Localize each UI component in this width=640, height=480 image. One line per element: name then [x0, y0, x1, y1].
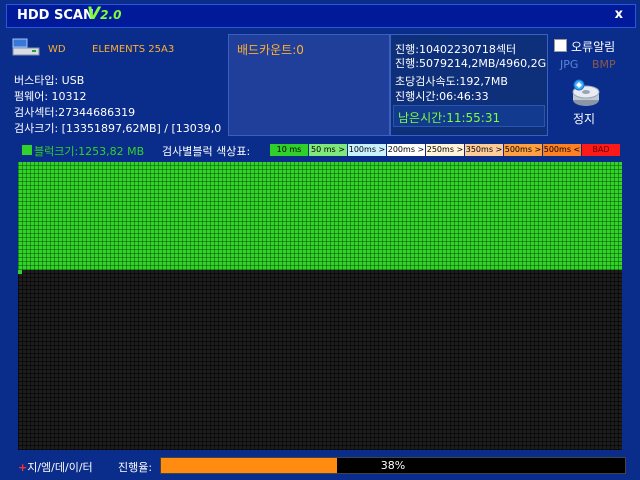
remaining-time-box: 남은시간:11:55:31 [393, 105, 545, 127]
scan-sectors: 검사섹터:27344686319 [14, 106, 136, 119]
progress-label: 진행율: [118, 461, 153, 474]
stop-icon[interactable] [570, 78, 602, 108]
block-size: 블럭크기:1253,82 MB [34, 145, 145, 158]
jpg-option[interactable]: JPG [560, 58, 578, 71]
progress-info-panel: 진행:10402230718섹터 진행:5079214,2MB/4960,2GB… [390, 34, 548, 136]
title-bar-inner: HDD SCAN V2.0 x [6, 4, 636, 28]
legend-chip: 500ms < [543, 144, 581, 156]
legend-chip: 100ms > [348, 144, 386, 156]
progress-bar: 38% [160, 457, 626, 474]
scan-speed: 초당검사속도:192,7MB [395, 75, 508, 88]
stop-button[interactable]: 정지 [573, 110, 595, 127]
error-alarm-label: 오류알림 [571, 40, 616, 54]
scan-block-grid [18, 162, 622, 450]
legend-chip: 500ms > [504, 144, 542, 156]
legend-title: 검사별블럭 색상표: [162, 145, 251, 158]
app-name: HDD SCAN [17, 8, 94, 23]
close-button[interactable]: x [615, 7, 623, 22]
brand-plus-icon: + [18, 461, 28, 474]
drive-model: ELEMENTS 25A3 [92, 44, 175, 55]
brand-name: 지/엠/데/이/터 [27, 461, 93, 474]
legend-chip: 350ms > [465, 144, 503, 156]
scan-size: 검사크기: [13351897,62MB] / [13039,0 [14, 122, 222, 135]
remaining-time: 남은시간:11:55:31 [398, 111, 501, 125]
error-alarm-checkbox[interactable]: 오류알림 [554, 38, 615, 55]
scanned-blocks [18, 162, 622, 270]
legend-chip: 50 ms > [309, 144, 347, 156]
elapsed-time: 진행시간:06:46:33 [395, 90, 489, 103]
legend-chip: 250ms > [426, 144, 464, 156]
progress-mb: 진행:5079214,2MB/4960,2GB [395, 57, 548, 70]
legend-chip: BAD [582, 144, 620, 156]
drive-name: WD [48, 44, 66, 55]
progress-percent: 38% [380, 459, 406, 472]
title-bar: HDD SCAN V2.0 x [0, 0, 640, 28]
bad-count: 배드카운트:0 [237, 43, 304, 57]
bus-type: 버스타입: USB [14, 74, 85, 87]
app-version-major: V [87, 4, 101, 24]
checkbox-icon[interactable] [554, 39, 567, 52]
brand: +지/엠/데/이/터 [18, 459, 93, 475]
legend-chip: 200ms > [387, 144, 425, 156]
bmp-option[interactable]: BMP [592, 58, 616, 71]
hard-drive-icon [12, 38, 40, 56]
scanned-block-partial [18, 270, 22, 274]
legend-chip: 10 ms [270, 144, 308, 156]
app-version-minor: 2.0 [100, 8, 122, 22]
app-version: V2.0 [87, 4, 121, 24]
firmware: 펌웨어: 10312 [14, 90, 87, 103]
bad-count-panel: 배드카운트:0 [228, 34, 390, 136]
drive-info-panel: WD ELEMENTS 25A3 버스타입: USB 펌웨어: 10312 검사… [8, 34, 226, 136]
legend-row: 블럭크기:1253,82 MB 검사별블럭 색상표: 10 ms 50 ms >1… [20, 143, 630, 158]
block-color-swatch [22, 145, 32, 155]
